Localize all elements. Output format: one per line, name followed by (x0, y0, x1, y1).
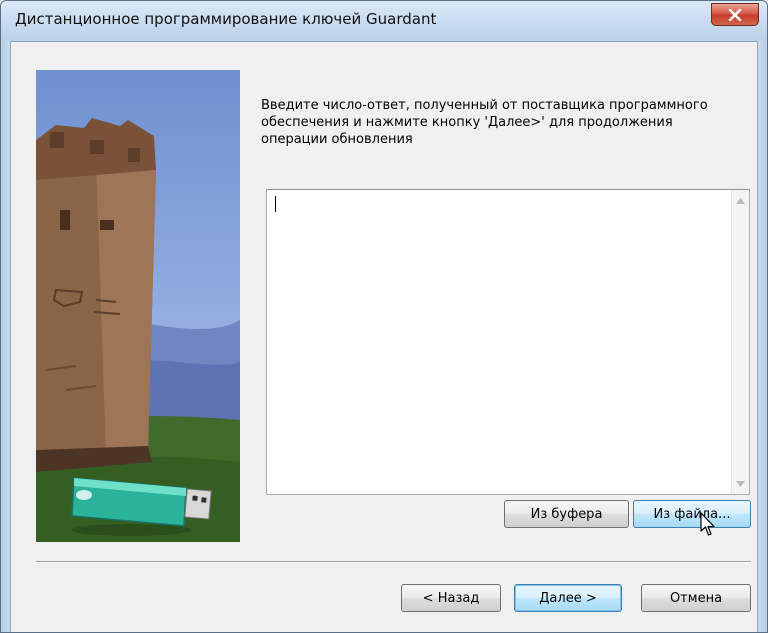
window-frame-right (758, 41, 767, 632)
scroll-up-button[interactable] (732, 192, 749, 209)
scroll-down-button[interactable] (732, 475, 749, 492)
dialog-client-area: Введите число-ответ, полученный от поста… (10, 41, 758, 632)
arrow-down-icon (736, 480, 745, 487)
window-title: Дистанционное программирование ключей Gu… (15, 10, 437, 28)
close-button[interactable] (711, 3, 759, 26)
arrow-up-icon (736, 197, 745, 204)
next-button[interactable]: Далее > (514, 584, 622, 612)
dialog-separator (36, 561, 751, 563)
window-frame-left (1, 41, 10, 632)
tower-usb-illustration (36, 70, 240, 542)
close-icon (728, 8, 742, 21)
cancel-button[interactable]: Отмена (641, 584, 751, 612)
back-button[interactable]: < Назад (401, 584, 501, 612)
wizard-side-image (36, 70, 240, 542)
from-file-button[interactable]: Из файла... (633, 500, 751, 528)
title-bar[interactable]: Дистанционное программирование ключей Gu… (1, 1, 767, 41)
dialog-window: Дистанционное программирование ключей Gu… (0, 0, 768, 633)
text-caret (275, 196, 276, 212)
from-clipboard-button[interactable]: Из буфера (504, 500, 629, 528)
vertical-scrollbar[interactable] (731, 190, 749, 494)
instruction-text: Введите число-ответ, полученный от поста… (261, 98, 708, 147)
answer-number-textarea[interactable] (266, 189, 750, 495)
